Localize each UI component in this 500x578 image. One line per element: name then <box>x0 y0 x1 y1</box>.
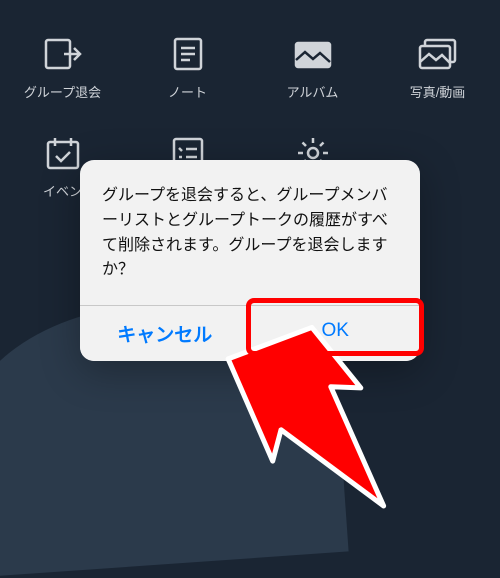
dialog-overlay: グループを退会すると、グループメンバーリストとグループトークの履歴がすべて削除さ… <box>0 0 500 525</box>
dialog-message: グループを退会すると、グループメンバーリストとグループトークの履歴がすべて削除さ… <box>80 160 420 305</box>
cancel-button[interactable]: キャンセル <box>80 306 251 361</box>
dialog-button-row: キャンセル OK <box>80 305 420 361</box>
ok-button[interactable]: OK <box>251 306 421 361</box>
confirm-dialog: グループを退会すると、グループメンバーリストとグループトークの履歴がすべて削除さ… <box>80 160 420 361</box>
